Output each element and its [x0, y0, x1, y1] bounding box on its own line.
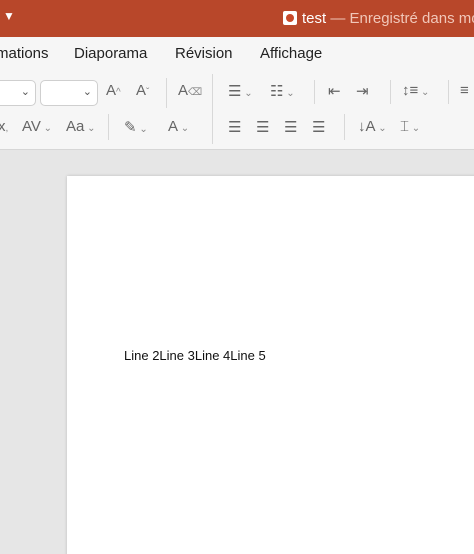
chevron-down-icon[interactable]: ⌄ [83, 85, 92, 98]
tab-affichage[interactable]: Affichage [260, 45, 322, 62]
document-title: test — Enregistré dans mo [302, 10, 474, 27]
slide-canvas[interactable]: Line 2Line 3Line 4Line 5 [67, 176, 474, 554]
increase-indent-icon[interactable]: ⇥ [356, 82, 369, 100]
change-case-button[interactable]: Aa ⌄ [66, 118, 96, 135]
tab-diaporama[interactable]: Diaporama [74, 45, 147, 62]
ribbon-divider [344, 114, 345, 140]
subscript-icon[interactable]: x, [0, 118, 8, 135]
align-right-icon[interactable]: ☰ [284, 118, 297, 136]
ribbon-tab-bar: mations Diaporama Révision Affichage [0, 37, 474, 72]
quick-access-dropdown-icon[interactable]: ▼ [3, 9, 15, 23]
ribbon-divider [448, 80, 449, 104]
ribbon-toolbar: ⌄ ⌄ A^ Aˇ A⌫ ☰ ⌄ ☷ ⌄ ⇤ ⇥ ↕≡ ⌄ ≡ x, AV ⌄ … [0, 72, 474, 150]
slide-text-box[interactable]: Line 2Line 3Line 4Line 5 [124, 348, 266, 363]
align-center-icon[interactable]: ☰ [256, 118, 269, 136]
ribbon-divider [390, 80, 391, 104]
change-case-label: Aa [66, 118, 85, 135]
font-color-icon[interactable]: A ⌄ [168, 118, 189, 135]
ribbon-divider [212, 74, 213, 144]
columns-icon[interactable]: ≡ [460, 82, 469, 99]
align-left-icon[interactable]: ☰ [228, 118, 241, 136]
clear-formatting-icon[interactable]: A⌫ [178, 82, 202, 99]
chevron-down-icon[interactable]: ⌄ [21, 85, 30, 98]
decrease-font-size-icon[interactable]: Aˇ [136, 82, 149, 99]
ribbon-divider [314, 80, 315, 104]
slide-editor: Line 2Line 3Line 4Line 5 [0, 151, 474, 554]
numbered-list-icon[interactable]: ☷ ⌄ [270, 82, 295, 100]
align-text-icon[interactable]: ⌶ ⌄ [400, 118, 420, 135]
justify-icon[interactable]: ☰ [312, 118, 325, 136]
bullet-list-icon[interactable]: ☰ ⌄ [228, 82, 253, 100]
font-size-field[interactable]: ⌄ [40, 80, 98, 106]
font-name-field[interactable]: ⌄ [0, 80, 36, 106]
tab-animations[interactable]: mations [0, 45, 49, 62]
line-spacing-icon[interactable]: ↕≡ ⌄ [402, 82, 429, 99]
highlight-pen-icon[interactable]: ✎ ⌄ [124, 118, 148, 136]
character-spacing-button[interactable]: AV ⌄ [22, 118, 52, 135]
document-save-status: — Enregistré dans mo [326, 10, 474, 27]
ribbon-divider [108, 114, 109, 140]
increase-font-size-icon[interactable]: A^ [106, 82, 121, 99]
ribbon-divider [166, 78, 167, 108]
document-name: test [302, 10, 327, 27]
title-bar: ▼ test — Enregistré dans mo [0, 0, 474, 37]
text-direction-icon[interactable]: ↓A ⌄ [358, 118, 387, 135]
powerpoint-doc-icon [283, 11, 297, 25]
decrease-indent-icon[interactable]: ⇤ [328, 82, 341, 100]
character-spacing-label: AV [22, 118, 41, 135]
tab-revision[interactable]: Révision [175, 45, 233, 62]
